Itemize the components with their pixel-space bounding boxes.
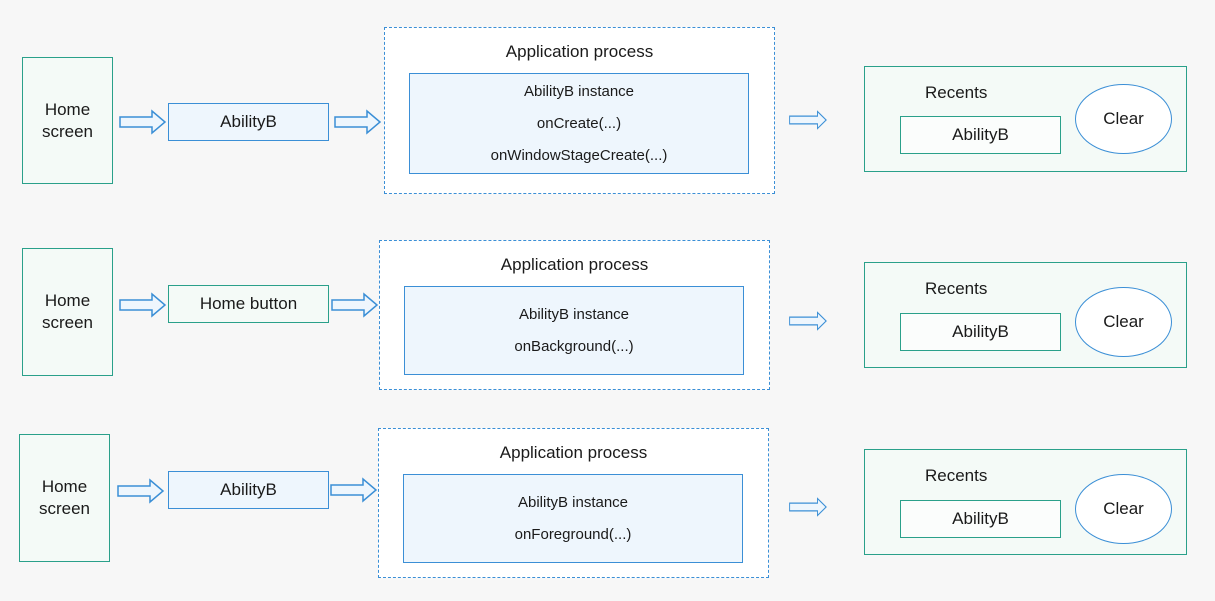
clear-button[interactable]: Clear (1075, 474, 1172, 544)
recents-item[interactable]: AbilityB (900, 313, 1061, 351)
arrow-right-icon (330, 477, 378, 503)
home-screen-label: Home screen (41, 291, 94, 332)
recents-item-label: AbilityB (952, 509, 1009, 528)
recents-panel: Recents AbilityB Clear (864, 262, 1187, 368)
process-title: Application process (499, 443, 648, 462)
home-screen-box: Home screen (22, 248, 113, 376)
arrow-right-icon (789, 311, 827, 331)
ability-instance-box: AbilityB instance onCreate(...) onWindow… (409, 73, 749, 174)
trigger-box: AbilityB (168, 471, 329, 509)
ability-instance-box: AbilityB instance onBackground(...) (404, 286, 744, 375)
trigger-label: Home button (199, 294, 298, 313)
application-process-box: Application process AbilityB instance on… (378, 428, 769, 578)
recents-title: Recents (925, 279, 988, 298)
trigger-box: AbilityB (168, 103, 329, 141)
recents-item[interactable]: AbilityB (900, 116, 1061, 154)
clear-label: Clear (1103, 499, 1144, 518)
trigger-label: AbilityB (220, 112, 277, 131)
clear-button[interactable]: Clear (1075, 287, 1172, 357)
process-title: Application process (500, 255, 649, 274)
arrow-right-icon (119, 109, 167, 135)
recents-item[interactable]: AbilityB (900, 500, 1061, 538)
ability-instance-box: AbilityB instance onForeground(...) (403, 474, 743, 563)
home-screen-box: Home screen (22, 57, 113, 184)
arrow-right-icon (117, 478, 165, 504)
lifecycle-callback: onCreate(...) (536, 114, 622, 132)
lifecycle-callback: onBackground(...) (514, 337, 634, 355)
recents-item-label: AbilityB (952, 125, 1009, 144)
home-button-box: Home button (168, 285, 329, 323)
instance-line: AbilityB instance (517, 493, 629, 511)
process-title: Application process (505, 42, 654, 61)
application-process-box: Application process AbilityB instance on… (379, 240, 770, 390)
application-process-box: Application process AbilityB instance on… (384, 27, 775, 194)
clear-label: Clear (1103, 109, 1144, 128)
arrow-right-icon (331, 292, 379, 318)
recents-title: Recents (925, 466, 988, 485)
instance-line: AbilityB instance (518, 305, 630, 323)
home-screen-label: Home screen (41, 99, 94, 141)
arrow-right-icon (334, 109, 382, 135)
arrow-right-icon (789, 110, 827, 130)
recents-title: Recents (925, 83, 988, 102)
lifecycle-callback: onWindowStageCreate(...) (490, 146, 668, 164)
clear-label: Clear (1103, 312, 1144, 331)
clear-button[interactable]: Clear (1075, 84, 1172, 154)
lifecycle-callback: onForeground(...) (514, 525, 632, 543)
arrow-right-icon (119, 292, 167, 318)
trigger-label: AbilityB (220, 480, 277, 499)
recents-panel: Recents AbilityB Clear (864, 449, 1187, 555)
instance-line: AbilityB instance (523, 82, 635, 100)
arrow-right-icon (789, 497, 827, 517)
recents-item-label: AbilityB (952, 322, 1009, 341)
home-screen-box: Home screen (19, 434, 110, 562)
home-screen-label: Home screen (38, 477, 91, 518)
recents-panel: Recents AbilityB Clear (864, 66, 1187, 172)
